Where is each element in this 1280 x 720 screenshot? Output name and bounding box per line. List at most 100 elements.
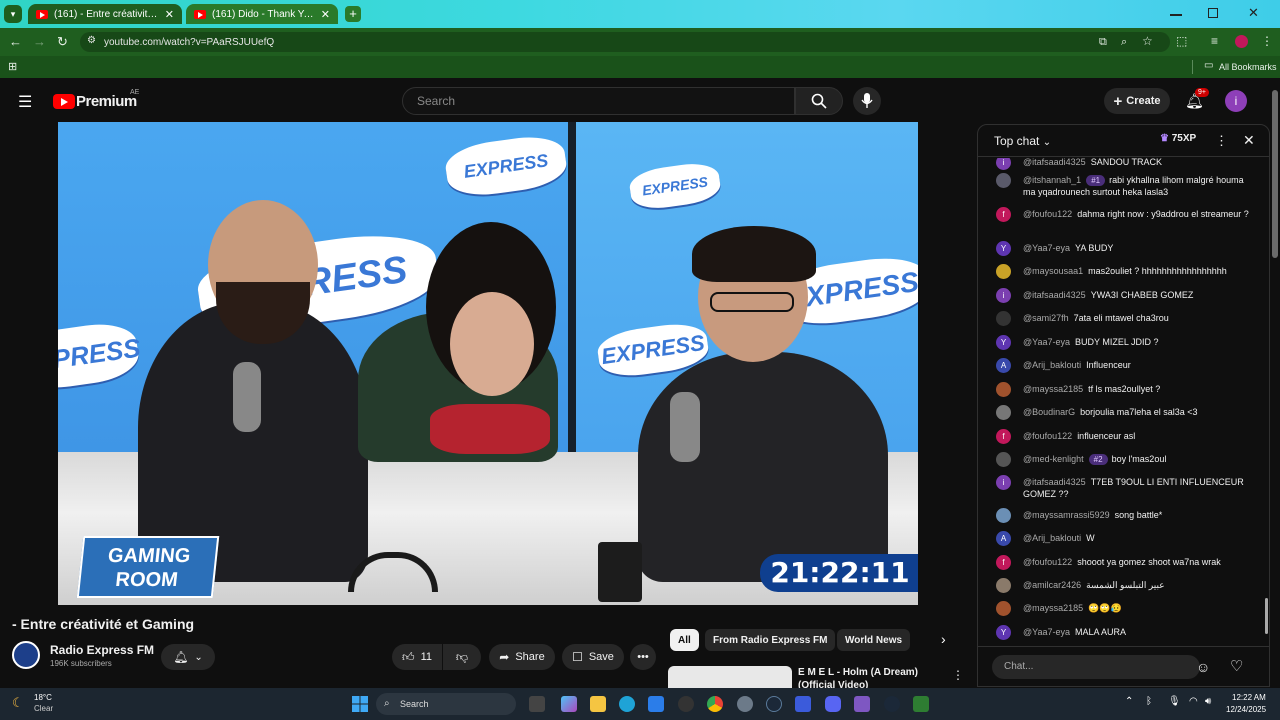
chat-author-avatar[interactable]: Y bbox=[996, 241, 1011, 256]
chip-world-news[interactable]: World News bbox=[837, 629, 911, 651]
chat-author-name[interactable]: @foufou122 bbox=[1023, 431, 1072, 441]
recommended-title-line2[interactable]: (Official Video) bbox=[798, 680, 868, 688]
notifications-button[interactable]: 🔔︎ 9+ bbox=[1185, 88, 1209, 110]
chat-author-name[interactable]: @foufou122 bbox=[1023, 557, 1072, 567]
chat-author-avatar[interactable]: f bbox=[996, 555, 1011, 570]
chat-author-avatar[interactable] bbox=[996, 264, 1011, 279]
clock-date[interactable]: 12/24/2025 bbox=[1226, 705, 1266, 714]
browser-tab[interactable]: (161) Dido - Thank You (Officia ✕ bbox=[186, 4, 338, 24]
site-info-icon[interactable]: ⚙ bbox=[87, 35, 96, 46]
chat-author-avatar[interactable] bbox=[996, 311, 1011, 326]
chat-author-name[interactable]: @Arij_baklouti bbox=[1023, 533, 1081, 543]
chat-input[interactable]: Chat... bbox=[992, 655, 1200, 679]
chat-author-avatar[interactable] bbox=[996, 601, 1011, 616]
reading-list-icon[interactable]: ≡ bbox=[1211, 34, 1218, 48]
chat-author-name[interactable]: @itafsaadi4325 bbox=[1023, 290, 1086, 300]
chat-author-name[interactable]: @sami27fh bbox=[1023, 313, 1069, 323]
steam-icon[interactable] bbox=[884, 696, 900, 712]
bluetooth-icon[interactable]: ᛒ bbox=[1146, 696, 1152, 707]
new-tab-button[interactable]: + bbox=[345, 6, 361, 22]
chat-author-avatar[interactable]: f bbox=[996, 429, 1011, 444]
hamburger-menu-icon[interactable]: ☰ bbox=[18, 92, 32, 112]
account-avatar[interactable]: i bbox=[1225, 90, 1247, 112]
weather-temp[interactable]: 18°C bbox=[34, 693, 52, 702]
window-maximize-button[interactable] bbox=[1208, 8, 1218, 18]
emoji-icon[interactable]: ☺ bbox=[1196, 659, 1210, 675]
chat-author-avatar[interactable]: i bbox=[996, 158, 1011, 170]
zoom-icon[interactable]: ⌕ bbox=[1121, 35, 1127, 49]
discord-icon[interactable] bbox=[825, 696, 841, 712]
search-input[interactable]: Search bbox=[402, 87, 795, 115]
more-actions-button[interactable]: ••• bbox=[630, 644, 656, 670]
chat-author-name[interactable]: @itshannah_1 bbox=[1023, 175, 1081, 185]
taskbar-app-icon[interactable] bbox=[795, 696, 811, 712]
chat-author-avatar[interactable] bbox=[996, 452, 1011, 467]
taskbar-app-icon[interactable] bbox=[561, 696, 577, 712]
store-icon[interactable] bbox=[648, 696, 664, 712]
reload-icon[interactable]: ↻ bbox=[57, 35, 68, 49]
file-explorer-icon[interactable] bbox=[590, 696, 606, 712]
create-button[interactable]: + Create bbox=[1104, 88, 1170, 114]
chat-author-avatar[interactable] bbox=[996, 173, 1011, 188]
chrome-icon[interactable] bbox=[707, 696, 723, 712]
apps-grid-icon[interactable]: ⊞ bbox=[8, 60, 17, 73]
chat-author-avatar[interactable] bbox=[996, 578, 1011, 593]
search-button[interactable] bbox=[795, 87, 843, 115]
tab-search-button[interactable]: ▾ bbox=[4, 5, 22, 23]
close-chat-icon[interactable]: ✕ bbox=[1243, 132, 1255, 149]
video-player[interactable]: EXPRESS EXPRESS EXPRESS EXPRESS EXPRESS … bbox=[58, 122, 918, 605]
menu-icon[interactable]: ⋮ bbox=[1261, 34, 1273, 48]
chat-author-avatar[interactable]: Y bbox=[996, 335, 1011, 350]
more-vertical-icon[interactable]: ⋮ bbox=[952, 668, 964, 682]
chat-author-name[interactable]: @amilcar2426 bbox=[1023, 580, 1081, 590]
wifi-icon[interactable]: ◠ bbox=[1189, 696, 1198, 707]
channel-avatar[interactable] bbox=[12, 641, 40, 669]
taskbar-app-icon[interactable] bbox=[913, 696, 929, 712]
chip-all[interactable]: All bbox=[670, 629, 699, 651]
microphone-icon[interactable]: 🎙︎ bbox=[1168, 696, 1181, 707]
window-close-button[interactable]: ✕ bbox=[1248, 5, 1259, 21]
save-button[interactable]: ☐ Save bbox=[562, 644, 624, 670]
volume-icon[interactable]: 🔊︎ bbox=[1205, 696, 1211, 707]
chip-from-channel[interactable]: From Radio Express FM bbox=[705, 629, 836, 651]
chat-author-avatar[interactable]: A bbox=[996, 531, 1011, 546]
chat-author-name[interactable]: @BoudinarG bbox=[1023, 407, 1075, 417]
profile-avatar[interactable] bbox=[1235, 35, 1248, 48]
voice-search-button[interactable] bbox=[853, 87, 881, 115]
recommended-title[interactable]: E M E L - Holm (A Dream) bbox=[798, 667, 918, 678]
chat-author-name[interactable]: @foufou122 bbox=[1023, 209, 1072, 219]
chat-author-avatar[interactable]: A bbox=[996, 358, 1011, 373]
taskbar-app-icon[interactable] bbox=[529, 696, 545, 712]
extensions-icon[interactable]: ⬚ bbox=[1176, 34, 1187, 48]
chat-author-name[interactable]: @med-kenlight bbox=[1023, 454, 1084, 464]
taskbar-search[interactable]: ⌕ Search bbox=[376, 693, 516, 715]
chat-author-avatar[interactable]: f bbox=[996, 207, 1011, 222]
chat-author-name[interactable]: @mayssa2185 bbox=[1023, 603, 1083, 613]
chat-scrollbar[interactable] bbox=[1265, 598, 1268, 634]
bookmark-star-icon[interactable]: ☆ bbox=[1142, 34, 1153, 48]
like-button[interactable]: 👍︎ 11 bbox=[392, 644, 442, 670]
chevron-right-icon[interactable]: › bbox=[941, 631, 946, 647]
chat-author-name[interactable]: @Yaa7-eya bbox=[1023, 337, 1070, 347]
heart-icon[interactable]: ♡ bbox=[1230, 657, 1243, 675]
chat-author-avatar[interactable] bbox=[996, 405, 1011, 420]
all-bookmarks-link[interactable]: All Bookmarks bbox=[1219, 62, 1277, 72]
chat-author-name[interactable]: @itafsaadi4325 bbox=[1023, 158, 1086, 167]
chevron-up-icon[interactable]: ⌃ bbox=[1125, 696, 1133, 707]
edge-browser-icon[interactable] bbox=[619, 696, 635, 712]
close-icon[interactable]: ✕ bbox=[159, 8, 174, 21]
chat-author-name[interactable]: @Yaa7-eya bbox=[1023, 627, 1070, 637]
install-app-icon[interactable]: ⧉ bbox=[1099, 35, 1107, 49]
notification-bell-button[interactable]: 🔔︎ ⌄ bbox=[161, 644, 215, 670]
xp-badge[interactable]: ♛ 75XP bbox=[1160, 133, 1196, 144]
page-scrollbar[interactable] bbox=[1272, 90, 1278, 258]
chat-author-avatar[interactable]: i bbox=[996, 475, 1011, 490]
address-bar[interactable]: ⚙ youtube.com/watch?v=PAaRSJUUefQ bbox=[80, 32, 1170, 52]
steam-icon[interactable] bbox=[766, 696, 782, 712]
chat-author-avatar[interactable]: i bbox=[996, 288, 1011, 303]
chat-author-name[interactable]: @Arij_baklouti bbox=[1023, 360, 1081, 370]
chat-author-name[interactable]: @mayssamrassi5929 bbox=[1023, 510, 1110, 520]
channel-name[interactable]: Radio Express FM bbox=[50, 643, 154, 657]
top-chat-dropdown[interactable]: Top chat ⌄ bbox=[994, 134, 1051, 148]
chat-author-name[interactable]: @maysousaa1 bbox=[1023, 266, 1083, 276]
